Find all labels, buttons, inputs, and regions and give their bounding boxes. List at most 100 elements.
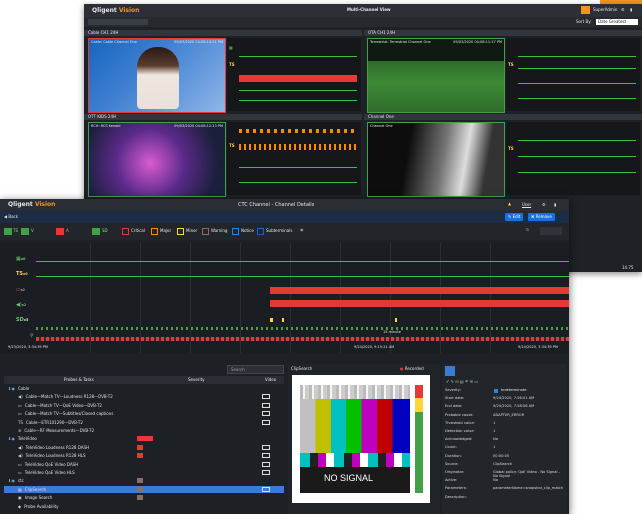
tree-row[interactable]: ▦ ClipSearch xyxy=(4,485,284,493)
tree-row[interactable]: ⬇◉ TeleVideo xyxy=(4,435,284,442)
tree-row[interactable]: ⬇◉ ctc xyxy=(4,477,284,484)
tree-row[interactable]: ◆ Probe Availability xyxy=(4,503,284,510)
video-thumbnail-4[interactable]: Channel One xyxy=(367,122,505,197)
filter-critical-check[interactable] xyxy=(122,228,129,235)
audio-track-icon: ◀)x2 xyxy=(16,302,27,308)
filter-notice-check[interactable] xyxy=(232,228,239,235)
detail-value: No xyxy=(493,437,498,442)
tree-row[interactable]: ⬇◉ Cable xyxy=(4,385,284,392)
video-preview-icon[interactable] xyxy=(262,411,270,417)
filter-subterminals-check[interactable] xyxy=(257,228,264,235)
warning-icon[interactable]: ▲ xyxy=(508,202,511,206)
detail-value: parameterName=snapshot_clip_match xyxy=(493,486,564,491)
pane-header-4: Channel One xyxy=(364,114,642,120)
user-menu[interactable]: SuperAdmin xyxy=(593,8,617,12)
details-tab-icon[interactable] xyxy=(445,366,455,376)
video-track-icon: ▦x0 xyxy=(16,256,26,262)
video-icon: ▭ xyxy=(18,402,22,408)
group-icon: ⬇◉ xyxy=(8,436,15,442)
tree-row-label: Cable—Match TV—Loudness R128—DVB-T2 xyxy=(25,394,113,400)
video-preview-icon[interactable] xyxy=(262,470,270,475)
chip-label-a: A xyxy=(66,228,69,233)
back-button[interactable]: ◀ Back xyxy=(4,215,18,219)
overlay-timestamp-2: 09/03/2020 04:08:11:17 PM xyxy=(453,40,502,44)
tree-row-label: TeleVideo QoE Video HLS xyxy=(24,470,75,475)
user-menu[interactable]: User xyxy=(522,203,531,207)
tree-row[interactable]: ◀) Cable—Match TV—Loudness R128—DVB-T2 xyxy=(4,393,284,400)
filter-major-check[interactable] xyxy=(151,228,158,235)
refresh-icon[interactable]: ↻ xyxy=(526,228,529,232)
detail-value: ADAPTER_ERROR xyxy=(493,412,525,417)
detail-key: Severity: xyxy=(445,388,461,392)
clip-video[interactable]: NO SIGNAL xyxy=(292,375,430,503)
zoom-icon[interactable]: ⚲ xyxy=(30,334,34,339)
details-list: Severity: Start date: 9/24/2020, 7:56:01 A… xyxy=(445,388,565,508)
tree-row[interactable]: ≋ Cable—RF Measurements—DVB-T2 xyxy=(4,427,284,434)
filter-minor-label: Minor xyxy=(186,228,198,233)
filter-notice-label: Notice xyxy=(241,228,254,233)
video-preview-icon[interactable] xyxy=(262,486,270,492)
tree-row[interactable]: ▣ Image Search xyxy=(4,494,284,501)
view-layout-buttons[interactable] xyxy=(88,19,148,25)
video-thumbnail-1[interactable]: Cable: Cable Channel One 09/03/2020 04:0… xyxy=(88,38,226,113)
video-preview-icon[interactable] xyxy=(262,461,270,467)
status-chip-ts[interactable] xyxy=(4,228,12,235)
image-icon: ▣ xyxy=(18,495,22,501)
search-input[interactable]: Search xyxy=(227,365,284,374)
trash-icon[interactable]: ▮ xyxy=(554,203,556,207)
tree-row[interactable]: TS Cable—ETR101290—DVB-T2 xyxy=(4,419,284,426)
tree-row[interactable]: ◀) TeleVideo Loudness R128 HLS xyxy=(4,452,284,459)
tree-row[interactable]: ▭ Cable—Match TV—QoE Video—DVB-T2 xyxy=(4,402,284,409)
video-icon: ▭ xyxy=(18,470,22,475)
remove-button[interactable]: ✖ Remove xyxy=(528,213,555,221)
tree-row[interactable]: ◀) TeleVideo Loudness R128 DASH xyxy=(4,444,284,451)
edit-button[interactable]: ✎ Edit xyxy=(505,213,524,221)
tree-toolbar[interactable]: ◼ ▮ ◫ ▦ ▤ ✎ ◍ xyxy=(4,366,134,382)
severity-badge xyxy=(137,478,143,484)
detail-key: Originator: xyxy=(445,470,465,474)
details-panel: ✔ ✎ ⊟ ▤ ☂ ✉ ▭ Indeterminate Severity: Sta… xyxy=(442,364,567,514)
video-thumbnail-3[interactable]: RCH: RCS Kenobi 09/03/2020 04:08:12:13 P… xyxy=(88,122,226,197)
meters-4: TS xyxy=(506,122,640,195)
tree-header: Probes & Tasks Severity Video xyxy=(4,376,284,384)
cc-icon: ▭ xyxy=(18,411,22,417)
video-preview-icon[interactable] xyxy=(262,419,270,425)
gear-icon[interactable]: ⚙ xyxy=(621,8,625,12)
status-chip-sd[interactable] xyxy=(92,228,100,235)
video-icon: ▭ xyxy=(18,461,22,467)
corner-readout: 14.75 xyxy=(622,265,634,270)
video-preview-icon[interactable] xyxy=(262,453,270,459)
details-toolbar[interactable]: ✔ ✎ ⊟ ▤ ☂ ✉ ▭ xyxy=(446,380,478,384)
sort-select[interactable]: Date Greatest xyxy=(596,19,638,25)
trash-icon[interactable]: ▮ xyxy=(630,8,632,12)
video-preview-icon[interactable] xyxy=(262,394,270,400)
filter-warning-check[interactable] xyxy=(202,228,209,235)
tree-row[interactable]: ▭ TeleVideo QoE Video HLS xyxy=(4,469,284,476)
video-preview-icon[interactable] xyxy=(262,402,270,408)
tree-row-label: Cable—ETR101290—DVB-T2 xyxy=(25,419,83,425)
group-icon: ⬇◉ xyxy=(8,478,15,484)
tree-row-label: TeleVideo Loudness R128 HLS xyxy=(25,453,86,459)
meters-1: ▦ TS xyxy=(227,38,361,111)
page-toggle[interactable] xyxy=(540,227,562,235)
warning-icon[interactable] xyxy=(581,6,590,14)
status-chip-v[interactable] xyxy=(21,228,29,235)
filter-subterminals-label: Subterminals xyxy=(266,228,293,233)
event-timeline[interactable]: ▦x0 TSx0 ▭x2 ◀)x2 SDx5 ⚲ 15 minute 9/23/… xyxy=(0,243,569,353)
eye-icon[interactable]: ◉ xyxy=(300,228,304,232)
audio-icon: ◀) xyxy=(18,453,23,459)
tree-row[interactable]: ▭ Cable—Match TV—Subtitles/Closed caption… xyxy=(4,410,284,417)
detail-value: ClipSearch xyxy=(493,461,513,466)
video-thumbnail-2[interactable]: Terrestrial: Terrestrial Channel One 09/… xyxy=(367,38,505,113)
detail-key: Count: xyxy=(445,445,457,450)
tree-row[interactable]: ▭ TeleVideo QoE Video DASH xyxy=(4,461,284,468)
status-chip-a[interactable] xyxy=(56,228,64,235)
critical-event-bar[interactable] xyxy=(270,287,569,294)
timeline-start: 9/23/2020, 3:34:39 PM xyxy=(8,345,48,349)
filter-minor-check[interactable] xyxy=(177,228,184,235)
overview-strip xyxy=(36,327,569,330)
critical-event-bar[interactable] xyxy=(270,300,569,307)
gear-icon[interactable]: ⚙ xyxy=(542,203,546,207)
filter-warning-label: Warning xyxy=(211,228,228,233)
video-preview-icon[interactable] xyxy=(262,444,270,450)
